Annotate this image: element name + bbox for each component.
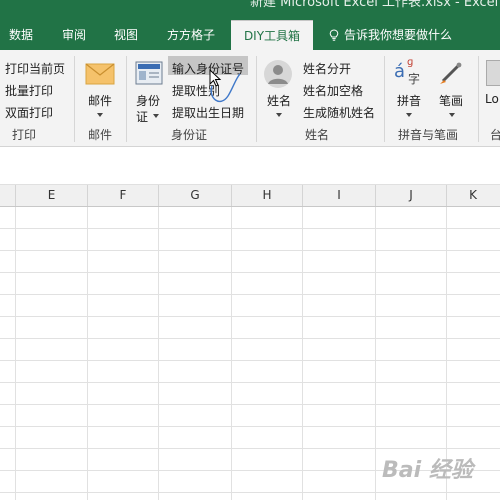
dropdown-caret-icon [276,113,282,117]
id-card-button[interactable]: 身份 证 [131,58,167,124]
name-button-label: 姓名 [267,94,292,108]
batch-print-button[interactable]: 批量打印 [5,82,53,99]
group-label-name: 姓名 [305,128,330,142]
column-header-g[interactable]: G [159,185,232,206]
mail-button[interactable]: 邮件 [79,58,121,122]
random-name-button[interactable]: 生成随机姓名 [303,104,375,121]
ribbon-tabs: 数据 审阅 视图 方方格子 DIY工具箱 告诉我你想要做什么 [0,20,500,51]
group-label-partial: 台 [490,128,500,142]
envelope-icon [85,63,115,85]
window-title: 新建 Microsoft Excel 工作表.xlsx - Excel [250,0,499,10]
id-card-button-label-line2: 证 [136,110,149,124]
column-header-j[interactable]: J [376,185,447,206]
name-add-space-button[interactable]: 姓名加空格 [303,82,363,99]
name-button[interactable]: 姓名 [261,58,297,122]
column-header-k[interactable]: K [447,185,499,206]
dropdown-caret-icon [449,113,455,117]
partial-button-label: Lo [485,92,499,106]
duplex-print-button[interactable]: 双面打印 [5,104,53,121]
dropdown-caret-icon [406,113,412,117]
group-divider [478,56,479,142]
column-header-partial[interactable] [0,185,16,206]
group-divider [384,56,385,142]
group-divider [126,56,127,142]
tab-view[interactable]: 视图 [114,20,138,50]
id-card-button-label-line1: 身份 [136,94,161,108]
group-label-id-card: 身份证 [171,128,208,142]
brush-icon [440,62,462,84]
column-headers: E F G H I J K [0,185,500,207]
dropdown-caret-icon [97,113,103,117]
dropdown-caret-icon [153,114,159,118]
group-divider [74,56,75,142]
group-divider [256,56,257,142]
mouse-cursor-icon [209,68,241,102]
formula-bar-area [0,147,500,185]
group-label-print: 打印 [12,128,37,142]
column-header-e[interactable]: E [16,185,88,206]
tab-review[interactable]: 审阅 [62,20,86,50]
pinyin-button-label: 拼音 [397,94,422,108]
stroke-button-label: 笔画 [439,94,464,108]
id-card-icon [135,61,163,85]
column-header-f[interactable]: F [88,185,159,206]
group-label-mail: 邮件 [88,128,113,142]
tab-data[interactable]: 数据 [9,20,33,50]
mail-button-label: 邮件 [88,94,113,108]
partial-ribbon-button[interactable]: Lo [484,58,500,122]
split-name-button[interactable]: 姓名分开 [303,60,351,77]
tell-me-label: 告诉我你想要做什么 [344,28,453,42]
tab-fangfang[interactable]: 方方格子 [167,20,215,50]
column-header-h[interactable]: H [232,185,303,206]
group-label-pinyin-stroke: 拼音与笔画 [398,128,459,142]
watermark: Bai 经验 [382,458,473,483]
stroke-button[interactable]: 笔画 [432,58,472,122]
column-header-i[interactable]: I [303,185,376,206]
ribbon-diy-toolbox: 打印当前页 批量打印 双面打印 打印 邮件 邮件 身份 证 输入身份证号 提取性… [0,50,500,147]
lightbulb-icon [329,29,339,41]
tab-diy-toolbox[interactable]: DIY工具箱 [231,20,313,51]
document-icon [486,60,500,86]
print-current-page-button[interactable]: 打印当前页 [5,60,65,77]
title-bar: 新建 Microsoft Excel 工作表.xlsx - Excel [0,0,500,20]
person-icon [264,60,292,88]
pinyin-icon: á 字 ɡ [394,57,421,86]
tell-me-search[interactable]: 告诉我你想要做什么 [329,20,452,50]
pinyin-button[interactable]: á 字 ɡ 拼音 [390,57,428,122]
